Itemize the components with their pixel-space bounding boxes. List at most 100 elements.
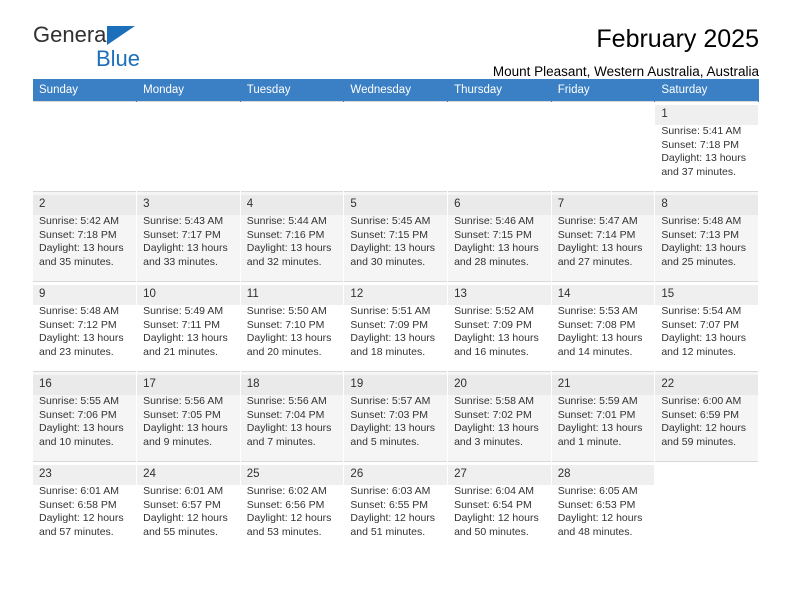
daylight-text-line2: and 55 minutes. (143, 525, 218, 538)
sunset-text: Sunset: 7:16 PM (246, 228, 325, 241)
daylight-text-line2: and 20 minutes. (246, 345, 322, 358)
day-number: 8 (655, 195, 758, 215)
calendar-day-cell-14[interactable]: 14 Sunrise: 5:53 AM Sunset: 7:08 PM Dayligh… (551, 281, 656, 372)
sunrise-text: Sunrise: 5:59 AM (557, 395, 638, 407)
day-cell-content: 17 Sunrise: 5:56 AM Sunset: 7:05 PM Dayligh… (137, 372, 240, 449)
calendar-day-cell-16[interactable]: 16 Sunrise: 5:55 AM Sunset: 7:06 PM Dayligh… (33, 371, 138, 462)
daylight-text-line1: Daylight: 13 hours (39, 422, 124, 435)
calendar-day-cell-4[interactable]: 4 Sunrise: 5:44 AM Sunset: 7:16 PM Daylight… (240, 191, 345, 282)
daylight-text-line1: Daylight: 12 hours (143, 512, 228, 525)
daylight-text-line2: and 12 minutes. (661, 345, 737, 358)
calendar-day-cell-15[interactable]: 15 Sunrise: 5:54 AM Sunset: 7:07 PM Dayligh… (654, 281, 759, 372)
sunrise-text: Sunrise: 6:02 AM (246, 485, 327, 497)
daylight-text-line2: and 9 minutes. (143, 435, 213, 448)
sunset-text: Sunset: 7:01 PM (557, 408, 636, 421)
sunset-text: Sunset: 7:07 PM (661, 318, 739, 331)
calendar-day-cell-10[interactable]: 10 Sunrise: 5:49 AM Sunset: 7:11 PM Dayligh… (136, 281, 241, 372)
daylight-text-line2: and 50 minutes. (454, 525, 529, 538)
calendar-week-row: 2 Sunrise: 5:42 AM Sunset: 7:18 PM Daylight… (33, 191, 759, 282)
calendar-day-cell-24[interactable]: 24 Sunrise: 6:01 AM Sunset: 6:57 PM Dayligh… (136, 461, 241, 552)
calendar-day-cell-26[interactable]: 26 Sunrise: 6:03 AM Sunset: 6:55 PM Dayligh… (343, 461, 449, 552)
day-number: 6 (448, 195, 551, 215)
day-number: 20 (448, 375, 551, 395)
day-cell-content: 2 Sunrise: 5:42 AM Sunset: 7:18 PM Daylight… (33, 192, 137, 269)
calendar-day-cell-23[interactable]: 23 Sunrise: 6:01 AM Sunset: 6:58 PM Dayligh… (33, 461, 138, 552)
day-cell-content: 23 Sunrise: 6:01 AM Sunset: 6:58 PM Dayligh… (33, 462, 137, 539)
sunset-text: Sunset: 6:55 PM (350, 498, 429, 511)
daylight-text-line1: Daylight: 13 hours (246, 242, 332, 255)
daylight-text-line1: Daylight: 13 hours (143, 422, 228, 435)
calendar-day-cell-9[interactable]: 9 Sunrise: 5:48 AM Sunset: 7:12 PM Daylight… (33, 281, 138, 372)
triangle-flag-icon (107, 26, 135, 45)
sunrise-text: Sunrise: 5:56 AM (246, 395, 327, 407)
calendar-day-cell-empty (343, 101, 449, 192)
sunset-text: Sunset: 6:53 PM (557, 498, 636, 511)
sunset-text: Sunset: 7:04 PM (246, 408, 325, 421)
sunset-text: Sunset: 7:02 PM (454, 408, 532, 421)
calendar-day-cell-21[interactable]: 21 Sunrise: 5:59 AM Sunset: 7:01 PM Dayligh… (551, 371, 656, 462)
calendar-day-cell-5[interactable]: 5 Sunrise: 5:45 AM Sunset: 7:15 PM Daylight… (343, 191, 449, 282)
daylight-text-line1: Daylight: 13 hours (350, 242, 436, 255)
daylight-text-line1: Daylight: 12 hours (454, 512, 539, 525)
calendar-day-cell-17[interactable]: 17 Sunrise: 5:56 AM Sunset: 7:05 PM Dayligh… (136, 371, 241, 462)
day-number: 1 (655, 105, 758, 125)
calendar-day-cell-8[interactable]: 8 Sunrise: 5:48 AM Sunset: 7:13 PM Daylight… (654, 191, 759, 282)
calendar-day-cell-empty (654, 461, 759, 552)
calendar-day-cell-2[interactable]: 2 Sunrise: 5:42 AM Sunset: 7:18 PM Daylight… (33, 191, 138, 282)
daylight-text-line2: and 37 minutes. (661, 165, 737, 178)
calendar-day-cell-18[interactable]: 18 Sunrise: 5:56 AM Sunset: 7:04 PM Dayligh… (240, 371, 345, 462)
day-cell-content: 6 Sunrise: 5:46 AM Sunset: 7:15 PM Daylight… (448, 192, 551, 269)
sunset-text: Sunset: 6:56 PM (246, 498, 325, 511)
day-number: 13 (448, 285, 551, 305)
sunset-text: Sunset: 7:09 PM (350, 318, 429, 331)
day-number: 17 (137, 375, 240, 395)
daylight-text-line2: and 21 minutes. (143, 345, 218, 358)
daylight-text-line1: Daylight: 12 hours (246, 512, 332, 525)
day-number: 14 (551, 285, 655, 305)
calendar-day-cell-25[interactable]: 25 Sunrise: 6:02 AM Sunset: 6:56 PM Dayligh… (240, 461, 345, 552)
day-cell-content: 9 Sunrise: 5:48 AM Sunset: 7:12 PM Daylight… (33, 282, 137, 359)
day-number: 26 (344, 465, 448, 485)
sunrise-text: Sunrise: 5:53 AM (557, 305, 638, 317)
calendar-day-cell-1[interactable]: 1 Sunrise: 5:41 AM Sunset: 7:18 PM Daylight… (654, 101, 759, 192)
sunrise-text: Sunrise: 5:46 AM (454, 215, 535, 227)
calendar-day-cell-28[interactable]: 28 Sunrise: 6:05 AM Sunset: 6:53 PM Dayligh… (551, 461, 656, 552)
calendar-day-cell-12[interactable]: 12 Sunrise: 5:51 AM Sunset: 7:09 PM Dayligh… (343, 281, 449, 372)
sunset-text: Sunset: 7:14 PM (557, 228, 636, 241)
daylight-text-line2: and 14 minutes. (557, 345, 633, 358)
day-number: 27 (448, 465, 551, 485)
day-cell-content: 5 Sunrise: 5:45 AM Sunset: 7:15 PM Daylight… (344, 192, 448, 269)
day-cell-content: 28 Sunrise: 6:05 AM Sunset: 6:53 PM Dayligh… (551, 462, 655, 539)
day-cell-content: 18 Sunrise: 5:56 AM Sunset: 7:04 PM Dayligh… (240, 372, 344, 449)
daylight-text-line1: Daylight: 12 hours (557, 512, 643, 525)
calendar-day-cell-6[interactable]: 6 Sunrise: 5:46 AM Sunset: 7:15 PM Daylight… (447, 191, 552, 282)
calendar-day-cell-20[interactable]: 20 Sunrise: 5:58 AM Sunset: 7:02 PM Dayligh… (447, 371, 552, 462)
calendar-week-row: 1 Sunrise: 5:41 AM Sunset: 7:18 PM Daylight… (33, 101, 759, 192)
calendar-day-cell-27[interactable]: 27 Sunrise: 6:04 AM Sunset: 6:54 PM Dayligh… (447, 461, 552, 552)
sunrise-text: Sunrise: 6:04 AM (454, 485, 535, 497)
daylight-text-line2: and 7 minutes. (246, 435, 316, 448)
day-cell-content: 20 Sunrise: 5:58 AM Sunset: 7:02 PM Dayligh… (448, 372, 551, 449)
calendar-day-cell-22[interactable]: 22 Sunrise: 6:00 AM Sunset: 6:59 PM Dayligh… (654, 371, 759, 462)
day-number: 25 (240, 465, 344, 485)
day-cell-content: 22 Sunrise: 6:00 AM Sunset: 6:59 PM Dayligh… (655, 372, 758, 449)
day-number: 5 (344, 195, 448, 215)
calendar-day-cell-3[interactable]: 3 Sunrise: 5:43 AM Sunset: 7:17 PM Daylight… (136, 191, 241, 282)
daylight-text-line1: Daylight: 13 hours (454, 332, 539, 345)
sunrise-text: Sunrise: 6:01 AM (39, 485, 119, 497)
brand-logo[interactable]: General Blue (33, 24, 233, 72)
sunrise-text: Sunrise: 6:03 AM (350, 485, 431, 497)
sunrise-text: Sunrise: 6:05 AM (557, 485, 638, 497)
calendar-day-cell-7[interactable]: 7 Sunrise: 5:47 AM Sunset: 7:14 PM Daylight… (551, 191, 656, 282)
calendar-day-cell-13[interactable]: 13 Sunrise: 5:52 AM Sunset: 7:09 PM Dayligh… (447, 281, 552, 372)
daylight-text-line1: Daylight: 13 hours (143, 332, 228, 345)
calendar-day-cell-11[interactable]: 11 Sunrise: 5:50 AM Sunset: 7:10 PM Dayligh… (240, 281, 345, 372)
daylight-text-line2: and 59 minutes. (661, 435, 737, 448)
daylight-text-line2: and 23 minutes. (39, 345, 114, 358)
daylight-text-line2: and 28 minutes. (454, 255, 529, 268)
calendar-day-cell-19[interactable]: 19 Sunrise: 5:57 AM Sunset: 7:03 PM Dayligh… (343, 371, 449, 462)
daylight-text-line1: Daylight: 13 hours (557, 332, 643, 345)
daylight-text-line1: Daylight: 13 hours (557, 242, 643, 255)
day-cell-content: 15 Sunrise: 5:54 AM Sunset: 7:07 PM Dayligh… (655, 282, 758, 359)
day-cell-content: 7 Sunrise: 5:47 AM Sunset: 7:14 PM Daylight… (551, 192, 655, 269)
